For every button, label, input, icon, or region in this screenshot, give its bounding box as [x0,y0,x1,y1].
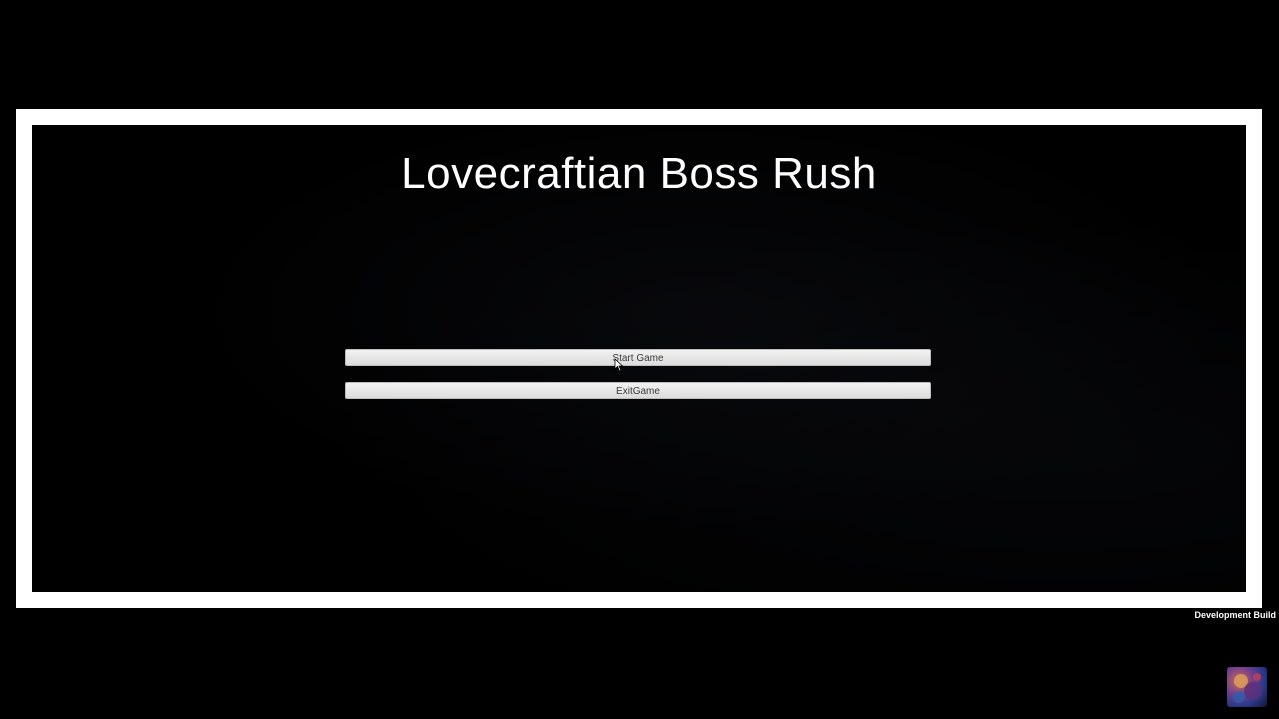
main-menu: Lovecraftian Boss Rush Start Game ExitGa… [32,125,1246,592]
exit-game-button[interactable]: ExitGame [345,382,931,399]
mouse-cursor-icon [614,358,624,372]
streamer-avatar-icon [1227,667,1267,707]
game-viewport-frame: Lovecraftian Boss Rush Start Game ExitGa… [16,109,1262,608]
development-build-label: Development Build [1194,610,1276,620]
game-title: Lovecraftian Boss Rush [401,149,877,198]
game-screen: Lovecraftian Boss Rush Start Game ExitGa… [0,0,1279,719]
start-game-button[interactable]: Start Game [345,349,931,366]
